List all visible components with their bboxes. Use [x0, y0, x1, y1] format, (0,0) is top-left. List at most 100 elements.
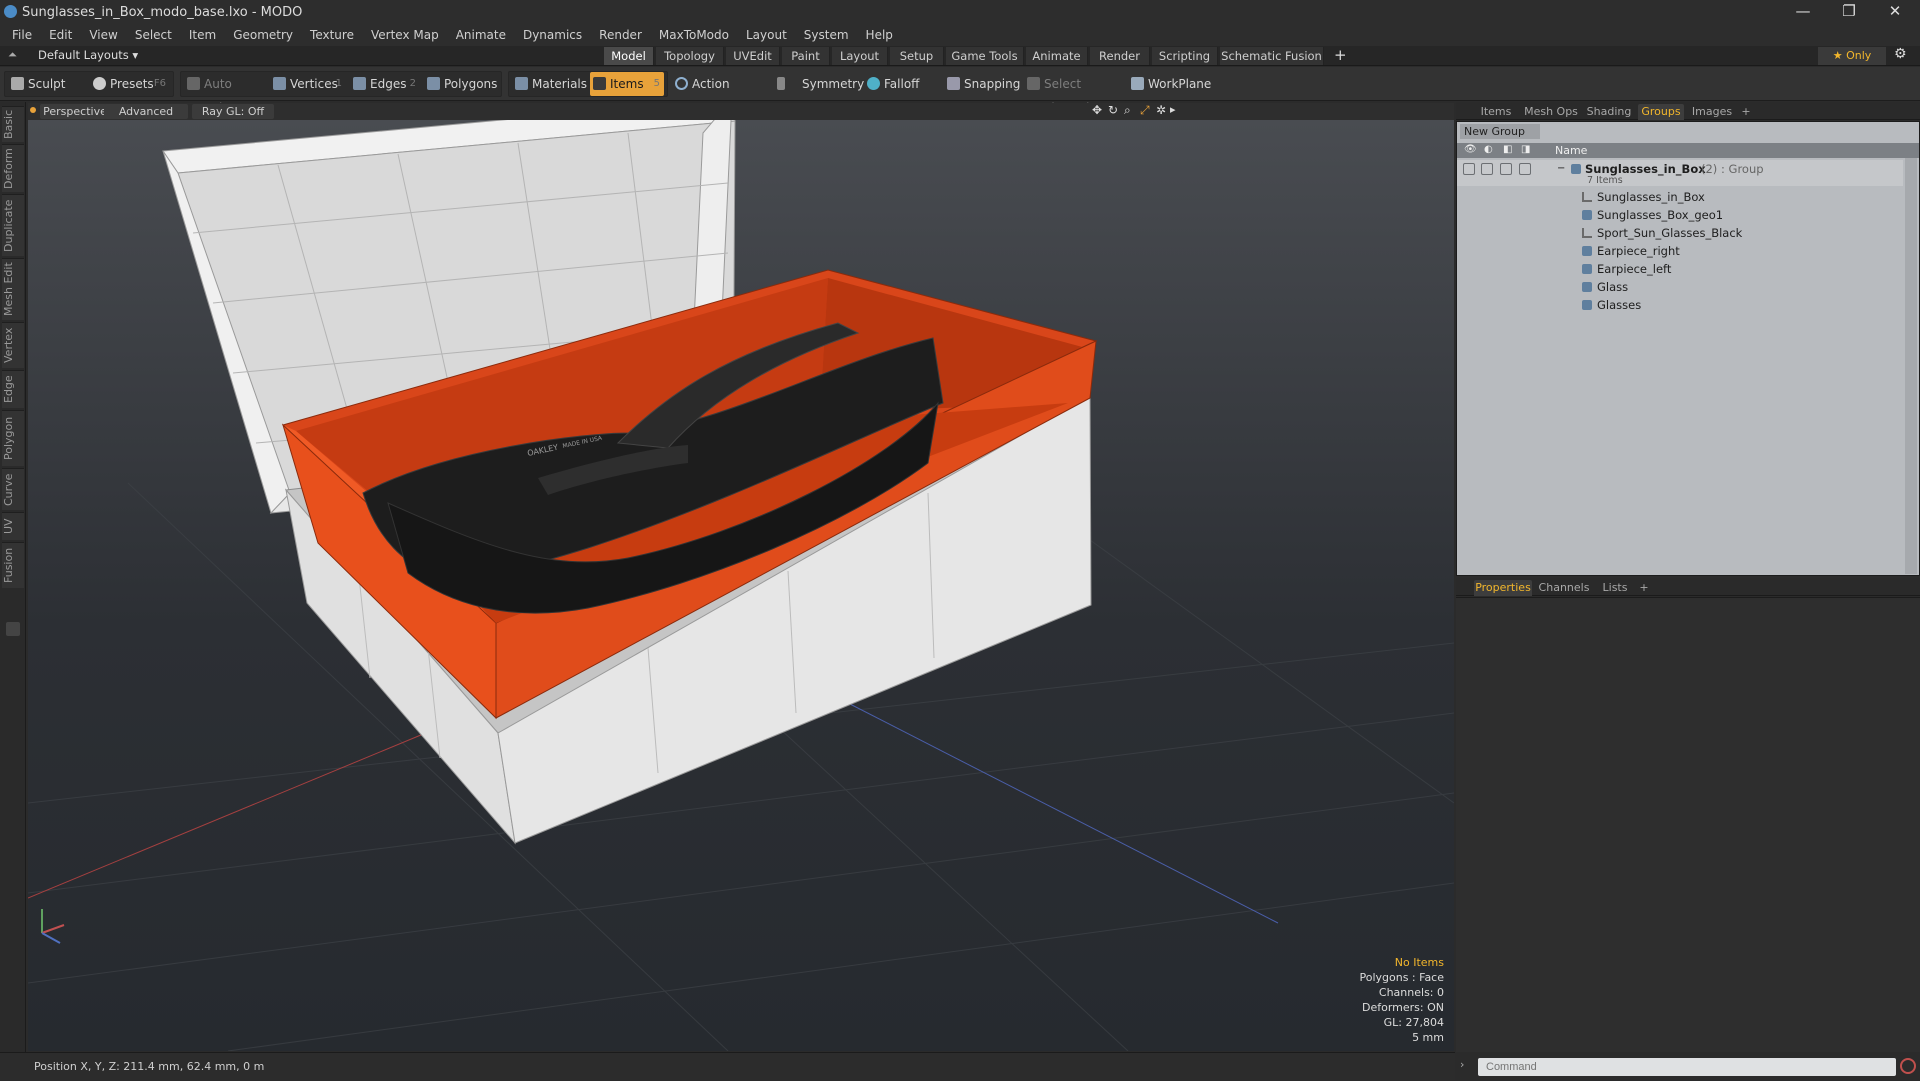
group-render-toggle[interactable] — [1481, 163, 1493, 175]
sculpt-button[interactable]: Sculpt — [8, 72, 86, 96]
menu-layout[interactable]: Layout — [746, 28, 787, 42]
add-panel-tab[interactable]: + — [1738, 104, 1754, 120]
minimize-button[interactable]: — — [1780, 0, 1826, 24]
name-column[interactable]: Name — [1555, 144, 1587, 157]
polygons-button[interactable]: Polygons — [424, 72, 500, 96]
viewport-menu-dot[interactable] — [30, 107, 36, 113]
snapping-button[interactable]: Snapping — [944, 72, 1026, 96]
materials-button[interactable]: Materials — [512, 72, 588, 96]
tab-channels[interactable]: Channels — [1536, 580, 1592, 596]
list-item[interactable]: Earpiece_right — [1457, 242, 1903, 260]
pan-icon[interactable]: ✥ — [1092, 103, 1102, 117]
toolbox-toggle[interactable] — [6, 622, 20, 636]
tab-shading[interactable]: Shading — [1584, 104, 1634, 120]
edges-button[interactable]: Edges 2 — [350, 72, 420, 96]
tab-images[interactable]: Images — [1688, 104, 1736, 120]
select-col-icon[interactable]: ◨ — [1521, 144, 1530, 155]
workplane-button[interactable]: WorkPlane — [1128, 72, 1214, 96]
rotate-icon[interactable]: ↻ — [1108, 103, 1118, 117]
tab-scripting[interactable]: Scripting — [1152, 47, 1218, 65]
command-arrow-icon[interactable]: › — [1460, 1058, 1464, 1071]
list-item[interactable]: Glasses — [1457, 296, 1903, 314]
tab-layout[interactable]: Layout — [832, 47, 888, 65]
presets-button[interactable]: Presets F6 — [90, 72, 170, 96]
zoom-icon[interactable]: ⌕ — [1124, 103, 1131, 118]
groups-scrollbar[interactable] — [1905, 158, 1917, 574]
add-tab-button[interactable]: + — [1334, 46, 1347, 64]
layout-dropdown[interactable]: Default Layouts ▾ — [38, 48, 138, 62]
list-item[interactable]: Glass — [1457, 278, 1903, 296]
select-through-button[interactable]: Select Through — [1024, 72, 1122, 115]
new-group-button[interactable]: New Group — [1460, 124, 1540, 139]
tab-schematic-fusion[interactable]: Schematic Fusion — [1220, 47, 1324, 65]
menu-system[interactable]: System — [804, 28, 849, 42]
group-select-toggle[interactable] — [1519, 163, 1531, 175]
list-item[interactable]: Sunglasses_in_Box — [1457, 188, 1903, 206]
command-input[interactable] — [1478, 1058, 1896, 1076]
shading-dropdown[interactable]: Advanced — [104, 104, 188, 119]
tab-edge[interactable]: Edge — [2, 370, 24, 408]
tab-duplicate[interactable]: Duplicate — [2, 194, 24, 256]
tab-vertex[interactable]: Vertex — [2, 322, 24, 368]
group-lock-toggle[interactable] — [1500, 163, 1512, 175]
tab-properties[interactable]: Properties — [1474, 580, 1532, 596]
menu-item[interactable]: Item — [189, 28, 216, 42]
menu-texture[interactable]: Texture — [310, 28, 354, 42]
add-bottom-tab[interactable]: + — [1636, 580, 1652, 596]
tab-model[interactable]: Model — [604, 47, 654, 65]
tab-setup[interactable]: Setup — [890, 47, 944, 65]
tab-topology[interactable]: Topology — [656, 47, 724, 65]
command-history-icon[interactable] — [1900, 1058, 1916, 1074]
group-visibility-toggle[interactable] — [1463, 163, 1475, 175]
view-type-dropdown[interactable]: Perspective — [40, 104, 110, 119]
tab-polygon[interactable]: Polygon — [2, 410, 24, 466]
viewport-more-icon[interactable]: ▸ — [1170, 103, 1176, 116]
gear-icon[interactable]: ⚙ — [1894, 46, 1907, 62]
menu-help[interactable]: Help — [866, 28, 893, 42]
tab-curve[interactable]: Curve — [2, 468, 24, 510]
menu-file[interactable]: File — [12, 28, 32, 42]
menu-edit[interactable]: Edit — [49, 28, 72, 42]
lock-col-icon[interactable]: ◧ — [1503, 144, 1512, 155]
tab-render[interactable]: Render — [1090, 47, 1150, 65]
tab-groups[interactable]: Groups — [1638, 104, 1684, 120]
viewport-settings-icon[interactable]: ✲ — [1156, 103, 1166, 117]
menu-view[interactable]: View — [89, 28, 117, 42]
3d-viewport[interactable]: OAKLEY MADE IN USA Perspective Advanced … — [28, 103, 1454, 1051]
tab-items[interactable]: Items — [1474, 104, 1518, 120]
tab-uvedit[interactable]: UVEdit — [726, 47, 780, 65]
symmetry-button[interactable]: Symmetry — [774, 72, 864, 96]
menu-geometry[interactable]: Geometry — [233, 28, 293, 42]
menu-maxtomodo[interactable]: MaxToModo — [659, 28, 729, 42]
close-button[interactable]: ✕ — [1872, 0, 1918, 24]
tab-animate[interactable]: Animate — [1026, 47, 1088, 65]
menu-animate[interactable]: Animate — [456, 28, 506, 42]
menu-dynamics[interactable]: Dynamics — [523, 28, 582, 42]
tab-basic[interactable]: Basic — [2, 106, 24, 142]
tab-deform[interactable]: Deform — [2, 144, 24, 192]
tab-mesh-edit[interactable]: Mesh Edit — [2, 258, 24, 320]
list-item[interactable]: Sport_Sun_Glasses_Black — [1457, 224, 1903, 242]
falloff-button[interactable]: Falloff — [864, 72, 934, 96]
group-row[interactable]: − Sunglasses_in_Box (2) : Group 7 Items — [1457, 160, 1903, 186]
menu-vertex-map[interactable]: Vertex Map — [371, 28, 439, 42]
list-item[interactable]: Sunglasses_Box_geo1 — [1457, 206, 1903, 224]
menu-select[interactable]: Select — [135, 28, 172, 42]
only-button[interactable]: ★ Only — [1818, 47, 1886, 65]
tab-game-tools[interactable]: Game Tools — [946, 47, 1024, 65]
visibility-col-icon[interactable]: 👁 — [1464, 144, 1477, 155]
menu-render[interactable]: Render — [599, 28, 642, 42]
layout-toggle-icon[interactable]: ⏶ — [8, 48, 17, 62]
items-button[interactable]: Items 5 — [590, 72, 664, 96]
tab-uv[interactable]: UV — [2, 512, 24, 540]
expand-icon[interactable]: − — [1557, 160, 1565, 178]
maximize-button[interactable]: ❐ — [1826, 0, 1872, 24]
tab-lists[interactable]: Lists — [1596, 580, 1634, 596]
tab-mesh-ops[interactable]: Mesh Ops — [1522, 104, 1580, 120]
tab-paint[interactable]: Paint — [782, 47, 830, 65]
list-item[interactable]: Earpiece_left — [1457, 260, 1903, 278]
fit-icon[interactable]: ⤢ — [1140, 103, 1150, 118]
tab-fusion[interactable]: Fusion — [2, 542, 24, 588]
vertices-button[interactable]: Vertices 1 — [270, 72, 346, 96]
render-col-icon[interactable]: ◐ — [1484, 144, 1493, 155]
